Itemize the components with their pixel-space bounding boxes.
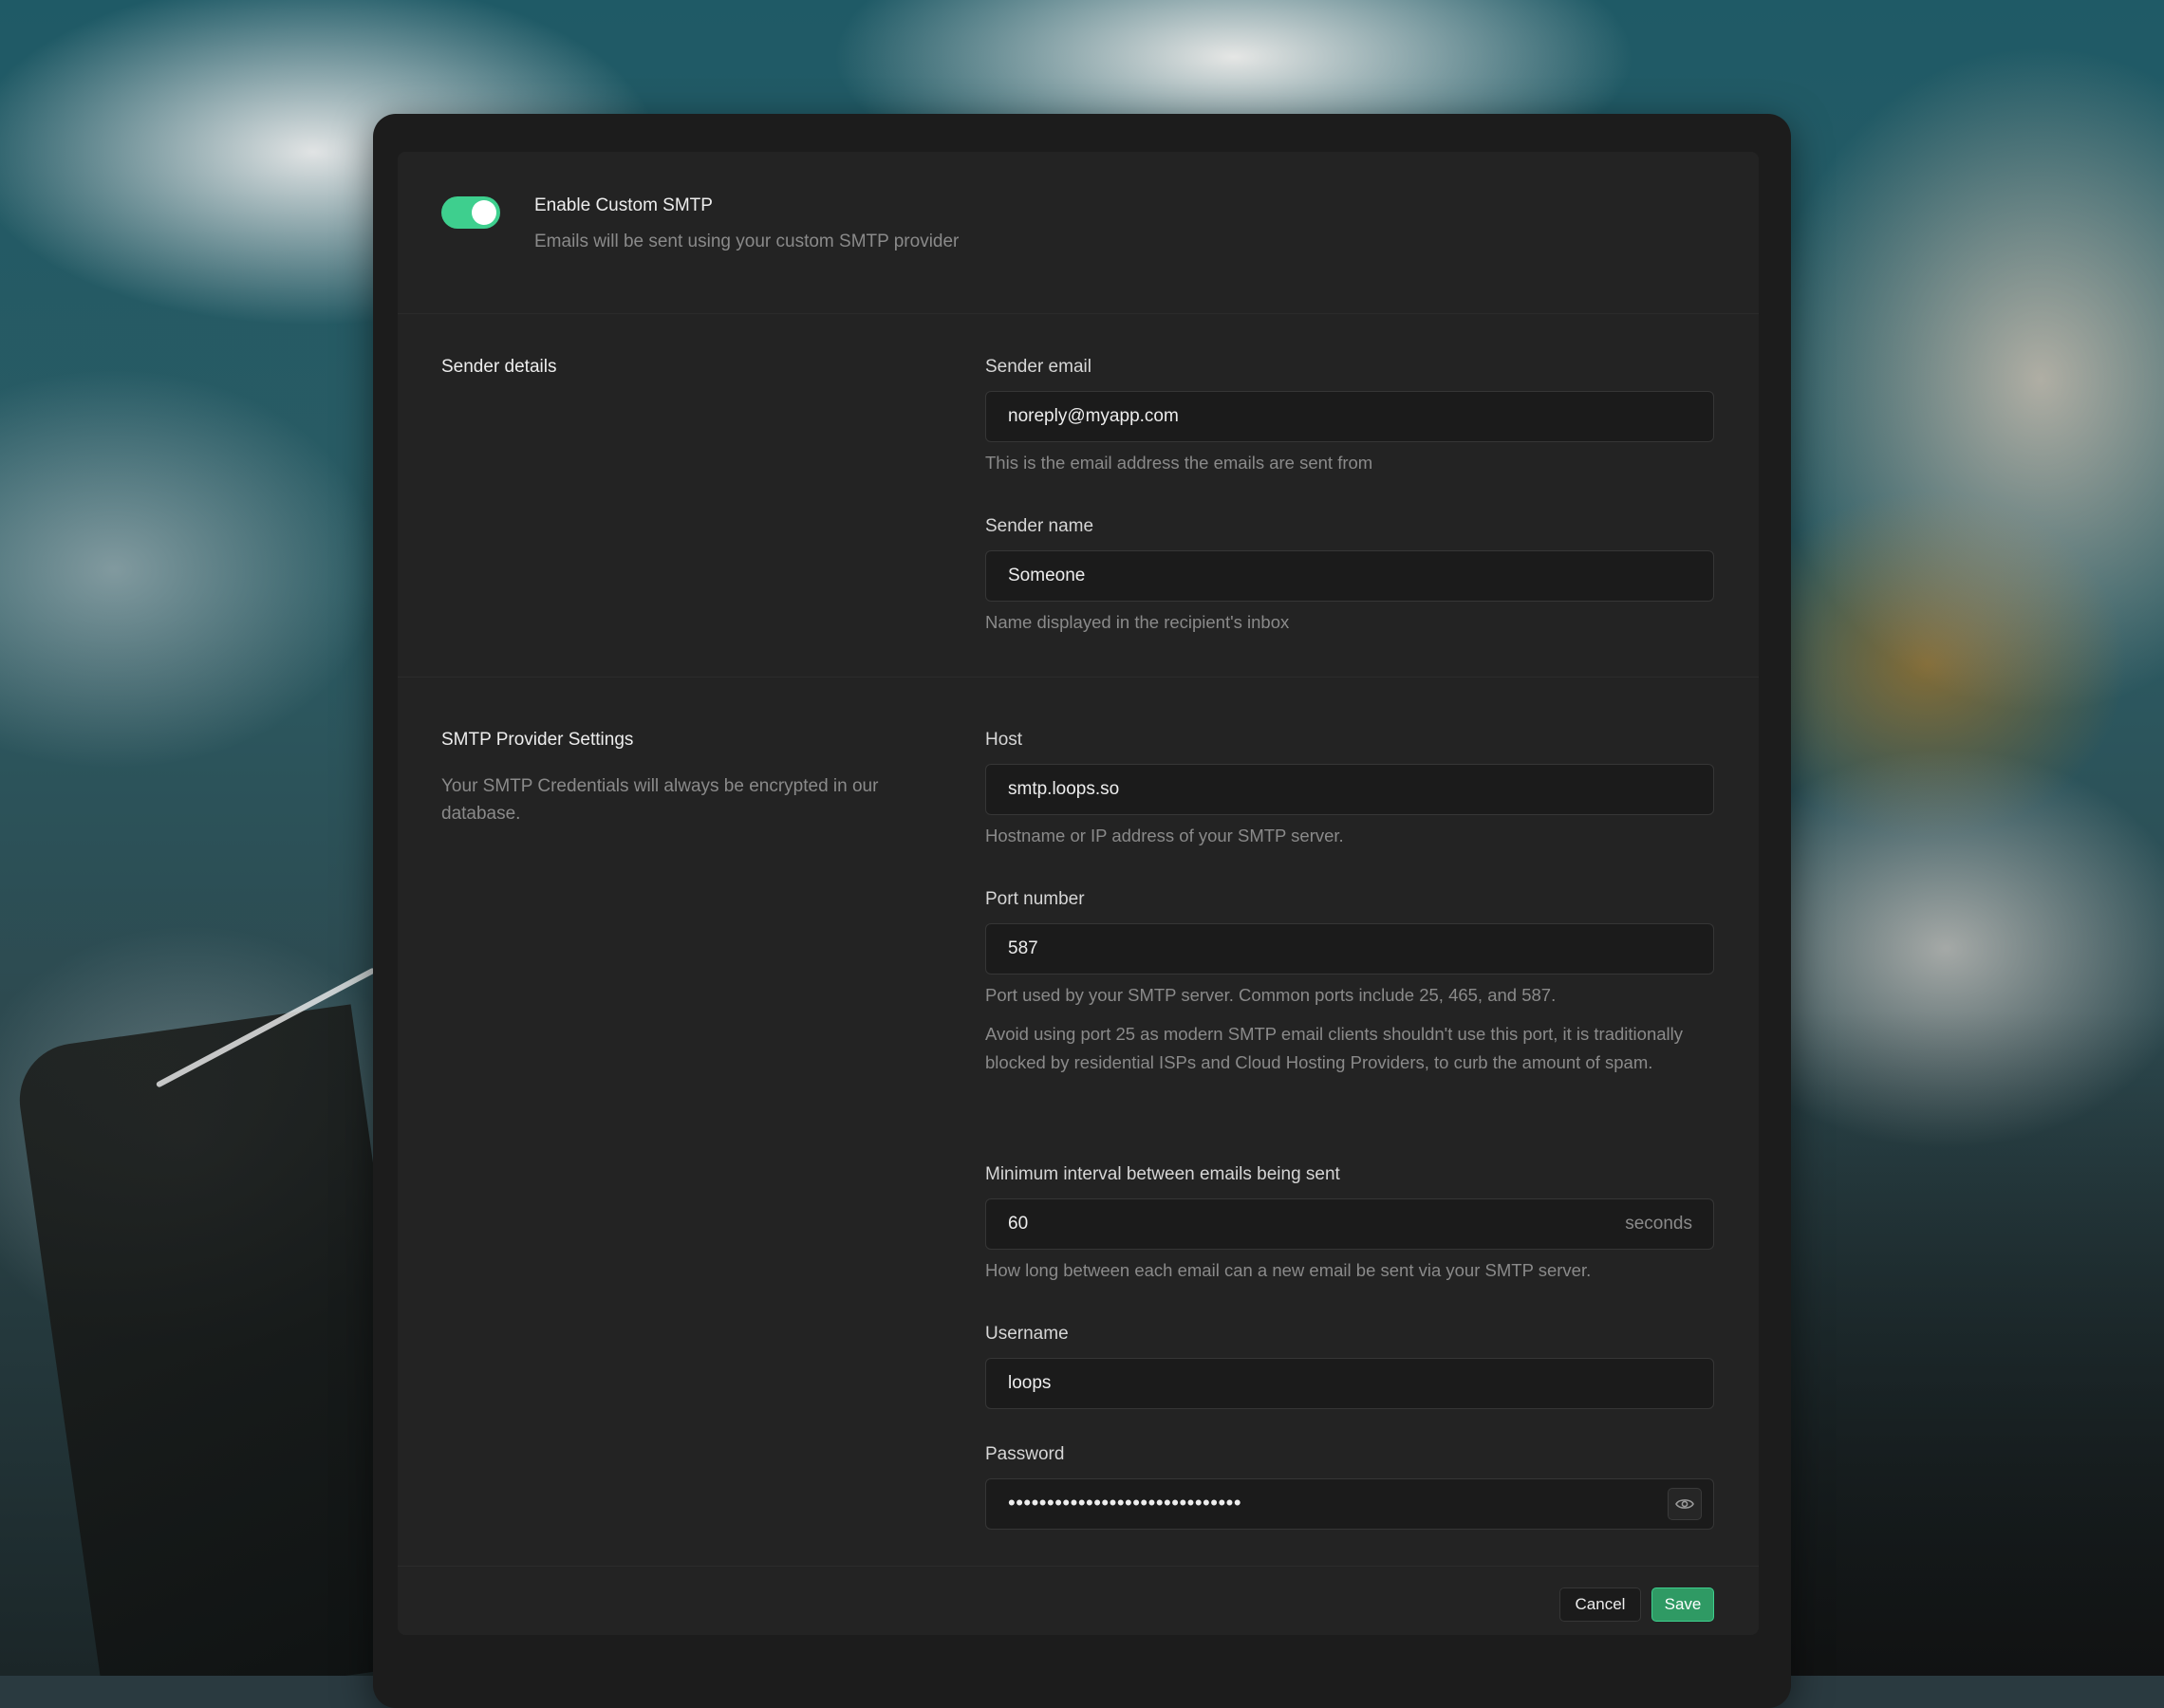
host-value: smtp.loops.so <box>1008 779 1120 799</box>
sender-details-section: Sender details Sender email noreply@myap… <box>398 314 1759 678</box>
password-input[interactable]: •••••••••••••••••••••••••••••• <box>985 1478 1714 1530</box>
username-label: Username <box>985 1324 1069 1344</box>
interval-help: How long between each email can a new em… <box>985 1260 1592 1280</box>
sender-name-label: Sender name <box>985 516 1094 536</box>
custom-smtp-toggle-section: Enable Custom SMTP Emails will be sent u… <box>398 152 1759 314</box>
eye-icon <box>1675 1499 1694 1509</box>
interval-input[interactable]: 60 seconds <box>985 1198 1714 1250</box>
sender-name-value: Someone <box>1008 566 1086 585</box>
host-help: Hostname or IP address of your SMTP serv… <box>985 826 1344 845</box>
sender-email-value: noreply@myapp.com <box>1008 406 1179 426</box>
port-warning-help: Avoid using port 25 as modern SMTP email… <box>985 1024 1683 1072</box>
smtp-provider-section: SMTP Provider Settings Your SMTP Credent… <box>398 678 1759 1567</box>
toggle-knob <box>472 200 496 225</box>
password-label: Password <box>985 1444 1065 1464</box>
host-input[interactable]: smtp.loops.so <box>985 764 1714 815</box>
toggle-description: Emails will be sent using your custom SM… <box>534 232 960 251</box>
enable-custom-smtp-toggle[interactable] <box>441 196 500 229</box>
background-shade <box>1765 1012 2164 1676</box>
save-button[interactable]: Save <box>1651 1587 1714 1622</box>
password-masked-value: •••••••••••••••••••••••••••••• <box>1008 1491 1242 1514</box>
host-label: Host <box>985 730 1023 750</box>
settings-window: Enable Custom SMTP Emails will be sent u… <box>373 114 1791 1708</box>
cancel-button[interactable]: Cancel <box>1559 1587 1641 1622</box>
interval-label: Minimum interval between emails being se… <box>985 1164 1340 1184</box>
sender-email-label: Sender email <box>985 357 1091 377</box>
username-input[interactable]: loops <box>985 1358 1714 1409</box>
sender-email-help: This is the email address the emails are… <box>985 453 1373 473</box>
smtp-provider-description: Your SMTP Credentials will always be enc… <box>441 776 879 824</box>
port-input[interactable]: 587 <box>985 923 1714 975</box>
interval-unit: seconds <box>1625 1214 1692 1234</box>
sender-name-input[interactable]: Someone <box>985 550 1714 602</box>
port-value: 587 <box>1008 938 1038 958</box>
port-help: Port used by your SMTP server. Common po… <box>985 985 1557 1005</box>
sender-details-title: Sender details <box>441 357 557 377</box>
smtp-provider-title: SMTP Provider Settings <box>441 730 634 750</box>
sender-name-help: Name displayed in the recipient's inbox <box>985 612 1290 632</box>
port-label: Port number <box>985 889 1085 909</box>
toggle-title: Enable Custom SMTP <box>534 195 713 215</box>
username-value: loops <box>1008 1373 1052 1393</box>
interval-value: 60 <box>1008 1214 1029 1234</box>
smtp-settings-panel: Enable Custom SMTP Emails will be sent u… <box>398 152 1759 1635</box>
sender-email-input[interactable]: noreply@myapp.com <box>985 391 1714 442</box>
form-footer: Cancel Save <box>398 1567 1759 1635</box>
reveal-password-button[interactable] <box>1668 1488 1702 1520</box>
